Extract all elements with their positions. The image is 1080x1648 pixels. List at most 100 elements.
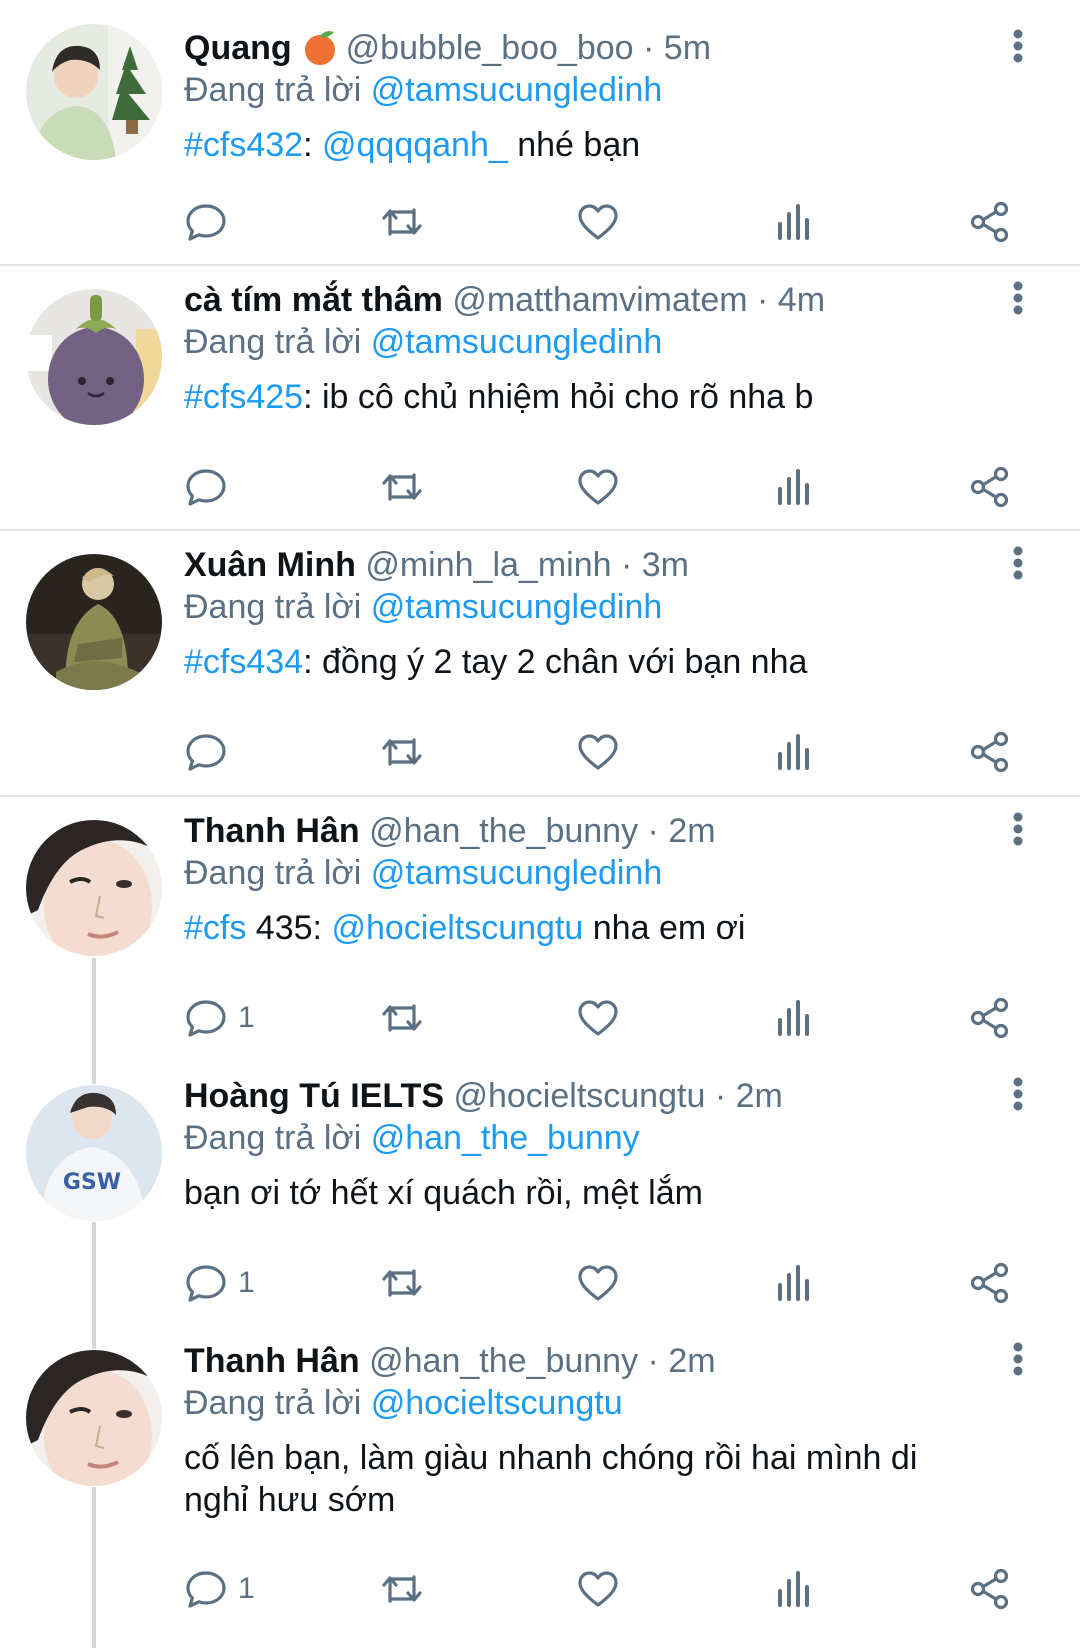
display-name[interactable]: Thanh Hân <box>184 1342 360 1380</box>
view-stats-button[interactable] <box>772 728 816 776</box>
view-stats-button[interactable] <box>772 198 816 246</box>
display-name[interactable]: cà tím mắt thâm <box>184 281 443 319</box>
retweet-icon <box>382 1004 422 1032</box>
text-segment: cố lên bạn, làm giàu nhanh chóng rồi hai… <box>184 1439 918 1519</box>
avatar[interactable] <box>26 289 162 425</box>
reply-icon <box>186 1265 226 1302</box>
avatar[interactable] <box>26 554 162 690</box>
hashtag-link[interactable]: #cfs432 <box>184 126 303 164</box>
retweet-icon <box>382 1269 422 1297</box>
like-button[interactable] <box>576 463 620 511</box>
reply-button[interactable] <box>184 198 238 246</box>
more-vertical-icon <box>1013 281 1023 315</box>
avatar[interactable]: GSW <box>26 1085 162 1221</box>
share-icon <box>970 466 1009 508</box>
retweet-button[interactable] <box>380 728 424 776</box>
tweet-header: Hoàng Tú IELTS @hocieltscungtu · 2m <box>184 1074 970 1118</box>
more-options-button[interactable] <box>1012 1341 1024 1377</box>
replying-label: Đang trả lời <box>184 588 362 626</box>
share-button[interactable] <box>968 463 1012 511</box>
mention-link[interactable]: @tamsucungledinh <box>371 71 663 109</box>
action-bar <box>184 198 1024 246</box>
timestamp[interactable]: · 3m <box>621 546 689 584</box>
mention-link[interactable]: @qqqqanh_ <box>322 126 508 164</box>
retweet-button[interactable] <box>380 994 424 1042</box>
display-name[interactable]: Hoàng Tú IELTS <box>184 1077 444 1115</box>
retweet-button[interactable] <box>380 198 424 246</box>
view-stats-button[interactable] <box>772 1259 816 1307</box>
hashtag-link[interactable]: #cfs <box>184 909 246 947</box>
tweet[interactable]: Xuân Minh @minh_la_minh · 3m Đang trả lờ… <box>0 531 1080 797</box>
mention-link[interactable]: @tamsucungledinh <box>371 854 663 892</box>
tweet[interactable]: Thanh Hân @han_the_bunny · 2m Đang trả l… <box>0 1327 1080 1648</box>
display-name[interactable]: Thanh Hân <box>184 812 360 850</box>
heart-icon <box>578 1265 618 1301</box>
tweet[interactable]: cà tím mắt thâm @matthamvimatem · 4m Đan… <box>0 266 1080 531</box>
peach-emoji-icon <box>304 31 335 65</box>
like-button[interactable] <box>576 994 620 1042</box>
tweet[interactable]: Thanh Hân @han_the_bunny · 2m Đang trả l… <box>0 797 1080 1062</box>
like-button[interactable] <box>576 1259 620 1307</box>
heart-icon <box>578 469 618 505</box>
display-name[interactable]: Quang <box>184 29 292 67</box>
display-name[interactable]: Xuân Minh <box>184 546 356 584</box>
view-stats-button[interactable] <box>772 1565 816 1613</box>
mention-link[interactable]: @han_the_bunny <box>371 1119 640 1157</box>
tweet[interactable]: Quang @bubble_boo_boo · 5m Đang trả lời @… <box>0 0 1080 266</box>
more-options-button[interactable] <box>1012 811 1024 847</box>
view-stats-button[interactable] <box>772 994 816 1042</box>
reply-button[interactable] <box>184 728 238 776</box>
mention-link[interactable]: @tamsucungledinh <box>371 588 663 626</box>
stats-icon <box>778 204 809 240</box>
tweet-text: #cfs 435: @hocieltscungtu nha em ơi <box>184 907 1000 949</box>
more-options-button[interactable] <box>1012 545 1024 581</box>
handle[interactable]: @han_the_bunny <box>369 812 638 850</box>
share-button[interactable] <box>968 1565 1012 1613</box>
like-button[interactable] <box>576 198 620 246</box>
reply-count: 1 <box>238 1001 255 1034</box>
share-button[interactable] <box>968 1259 1012 1307</box>
reply-button[interactable]: 1 <box>184 1565 255 1613</box>
share-button[interactable] <box>968 728 1012 776</box>
timestamp[interactable]: · 5m <box>643 29 711 67</box>
reply-button[interactable] <box>184 463 238 511</box>
text-segment: nha em ơi <box>583 909 746 947</box>
avatar[interactable] <box>26 820 162 956</box>
mention-link[interactable]: @tamsucungledinh <box>371 323 663 361</box>
mention-link[interactable]: @hocieltscungtu <box>331 909 583 947</box>
like-button[interactable] <box>576 728 620 776</box>
more-options-button[interactable] <box>1012 28 1024 64</box>
replying-label: Đang trả lời <box>184 1384 362 1422</box>
avatar[interactable] <box>26 24 162 160</box>
handle[interactable]: @hocieltscungtu <box>453 1077 705 1115</box>
text-segment: : ib cô chủ nhiệm hỏi cho rõ nha b <box>303 378 814 416</box>
avatar[interactable] <box>26 1350 162 1486</box>
handle[interactable]: @minh_la_minh <box>365 546 611 584</box>
tweet[interactable]: GSW Hoàng Tú IELTS @hocieltscungtu · 2m … <box>0 1062 1080 1327</box>
timestamp[interactable]: · 2m <box>715 1077 783 1115</box>
view-stats-button[interactable] <box>772 463 816 511</box>
share-button[interactable] <box>968 994 1012 1042</box>
reply-button[interactable]: 1 <box>184 994 255 1042</box>
reply-button[interactable]: 1 <box>184 1259 255 1307</box>
timestamp[interactable]: · 2m <box>648 812 716 850</box>
timestamp[interactable]: · 4m <box>757 281 825 319</box>
reply-icon <box>186 1000 226 1037</box>
retweet-button[interactable] <box>380 1565 424 1613</box>
retweet-button[interactable] <box>380 1259 424 1307</box>
handle[interactable]: @han_the_bunny <box>369 1342 638 1380</box>
share-button[interactable] <box>968 198 1012 246</box>
mention-link[interactable]: @hocieltscungtu <box>371 1384 623 1422</box>
like-button[interactable] <box>576 1565 620 1613</box>
more-options-button[interactable] <box>1012 1076 1024 1112</box>
more-vertical-icon <box>1013 812 1023 846</box>
timestamp[interactable]: · 2m <box>648 1342 716 1380</box>
handle[interactable]: @bubble_boo_boo <box>346 29 634 67</box>
hashtag-link[interactable]: #cfs434 <box>184 643 303 681</box>
heart-icon <box>578 204 618 240</box>
more-options-button[interactable] <box>1012 280 1024 316</box>
retweet-button[interactable] <box>380 463 424 511</box>
hashtag-link[interactable]: #cfs425 <box>184 378 303 416</box>
tweet-header: Quang @bubble_boo_boo · 5m <box>184 26 970 70</box>
handle[interactable]: @matthamvimatem <box>452 281 747 319</box>
